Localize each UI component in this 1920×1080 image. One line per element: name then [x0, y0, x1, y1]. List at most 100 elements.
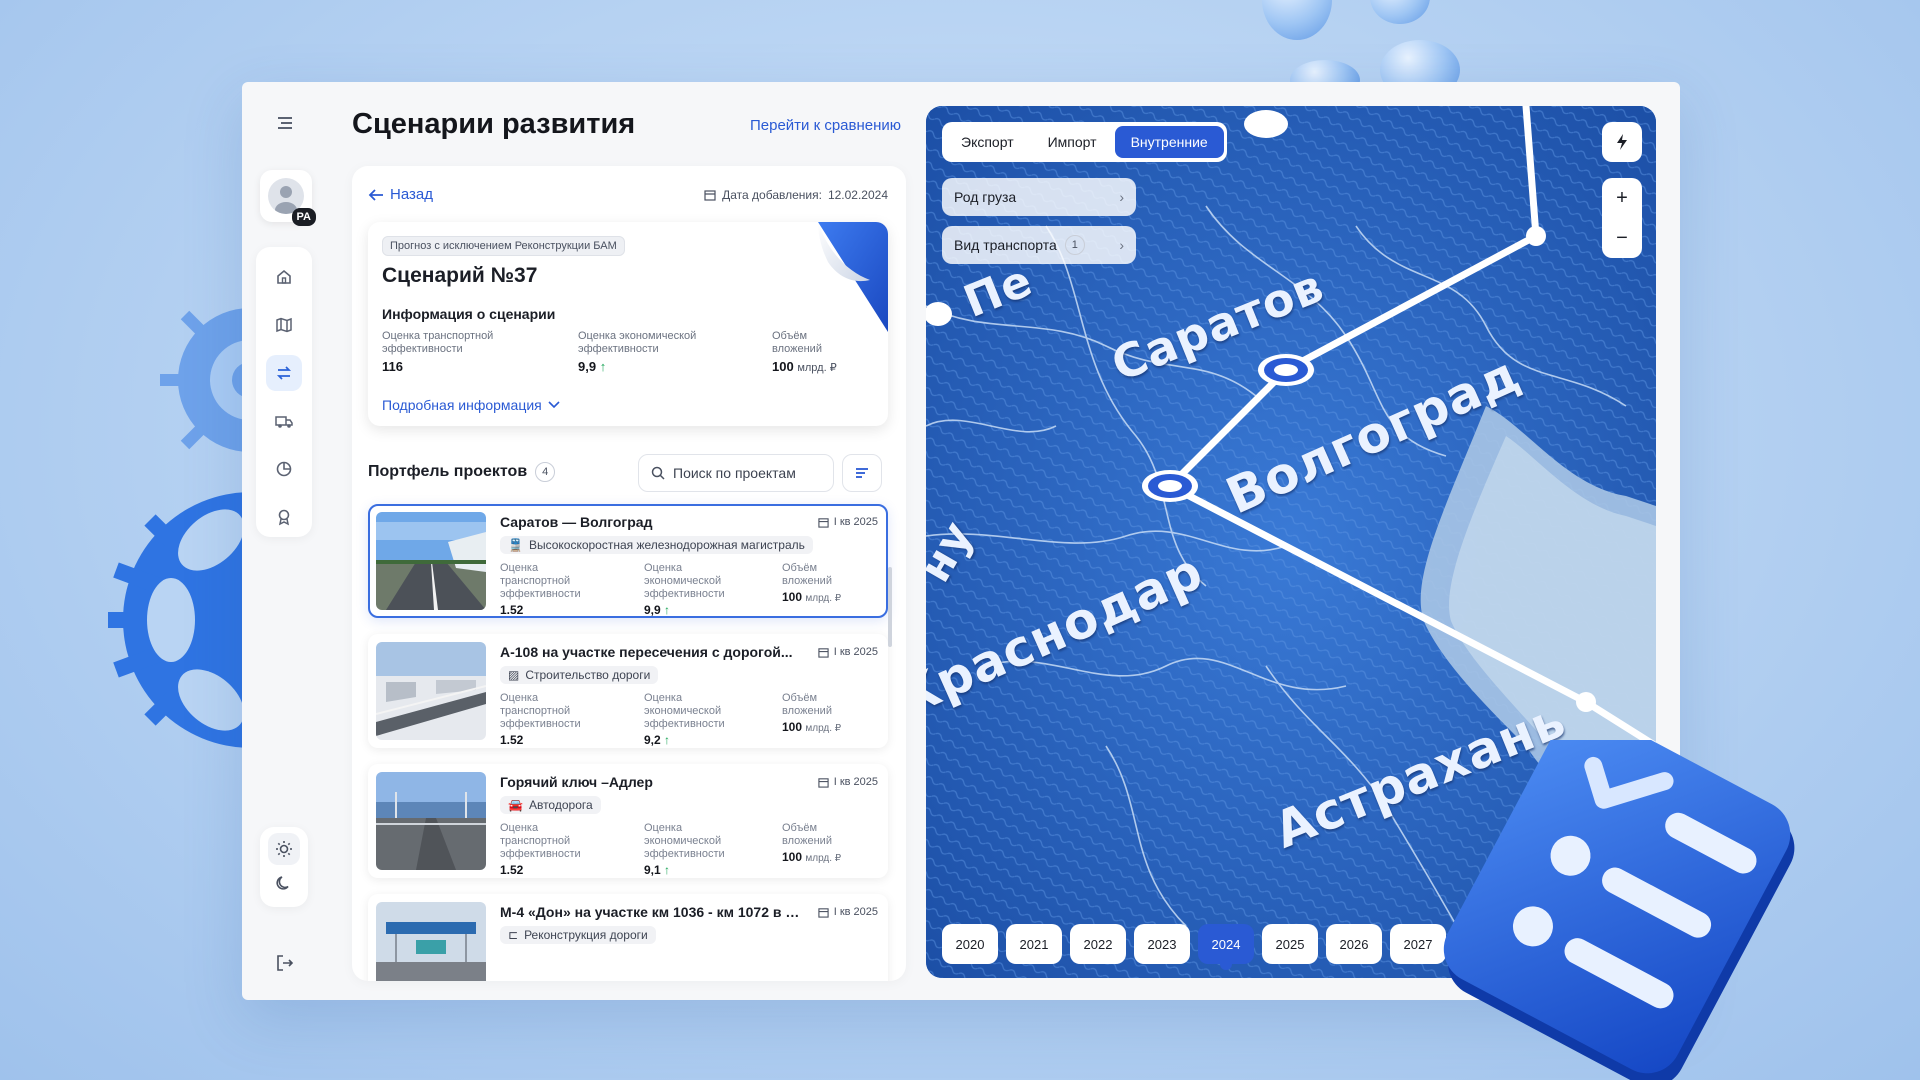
menu-icon[interactable]: [274, 112, 296, 134]
sidebar-item-analytics[interactable]: [266, 451, 302, 487]
calendar-icon: [818, 777, 829, 788]
year-button[interactable]: 2020: [942, 924, 998, 964]
sidebar-item-awards[interactable]: [266, 499, 302, 535]
sidebar-item-scenarios[interactable]: [266, 355, 302, 391]
theme-switcher: [260, 827, 308, 907]
date-added-label: Дата добавления:: [722, 188, 822, 202]
user-avatar-button[interactable]: PA: [260, 170, 316, 226]
arrow-up-icon: ↑: [599, 359, 607, 374]
project-metric-transport: Оценка транспортной эффективности 1.52: [500, 562, 581, 617]
compare-link[interactable]: Перейти к сравнению: [750, 117, 901, 134]
project-card[interactable]: А-108 на участке пересечения с дорогой..…: [368, 634, 888, 748]
checklist-decoration: [1443, 740, 1795, 1080]
zoom-controls: + −: [1602, 178, 1642, 258]
scenario-panel: Назад Дата добавления: 12.02.2024 Прогно…: [352, 166, 906, 981]
year-button[interactable]: 2022: [1070, 924, 1126, 964]
construction-icon: ▨: [508, 668, 520, 682]
year-button[interactable]: 2024: [1198, 924, 1254, 970]
project-type: 🚘 Автодорога: [500, 796, 601, 814]
more-info-link[interactable]: Подробная информация: [382, 397, 560, 413]
metric-transport: Оценка транспортной эффективности 116: [382, 330, 494, 374]
logout-icon[interactable]: [274, 952, 296, 974]
project-metric-investment: Объём вложений 100 млрд. ₽: [782, 692, 842, 734]
chevron-down-icon: [548, 401, 560, 409]
calendar-icon: [818, 647, 829, 658]
sidebar-nav: [256, 247, 312, 537]
gear-decoration: [108, 478, 246, 762]
project-card[interactable]: М-4 «Дон» на участке км 1036 - км 1072 в…: [368, 894, 888, 981]
project-title: А-108 на участке пересечения с дорогой..…: [500, 644, 793, 660]
home-icon: [277, 269, 291, 284]
car-icon: 🚘: [508, 798, 523, 812]
year-button[interactable]: 2026: [1326, 924, 1382, 964]
project-type: ⊏ Реконструкция дороги: [500, 926, 656, 944]
zoom-out-button[interactable]: −: [1616, 218, 1628, 258]
project-metric-investment: Объём вложений 100 млрд. ₽: [782, 562, 842, 604]
search-icon: [651, 466, 665, 480]
scenario-tag: Прогноз с исключением Реконструкции БАМ: [382, 236, 625, 256]
portfolio-heading: Портфель проектов 4: [368, 462, 556, 482]
map-icon: [276, 317, 292, 333]
date-added-value: 12.02.2024: [827, 188, 888, 202]
lightning-button[interactable]: [1602, 122, 1642, 162]
tab-domestic[interactable]: Внутренние: [1114, 126, 1224, 158]
flow-type-tabs: Экспорт Импорт Внутренние: [942, 122, 1227, 162]
portfolio-count: 4: [535, 462, 556, 482]
year-button[interactable]: 2023: [1134, 924, 1190, 964]
dark-theme-button[interactable]: [268, 867, 300, 899]
pie-chart-icon: [276, 461, 292, 477]
tab-export[interactable]: Экспорт: [945, 126, 1030, 158]
project-title: Саратов — Волгоград: [500, 514, 653, 530]
bubble-decoration: [1370, 0, 1430, 24]
truck-icon: [275, 416, 293, 428]
project-title: Горячий ключ –Адлер: [500, 774, 653, 790]
sidebar-item-map[interactable]: [266, 307, 302, 343]
scrollbar[interactable]: [888, 567, 892, 647]
chevron-right-icon: ›: [1119, 237, 1124, 253]
back-label: Назад: [390, 186, 433, 203]
light-theme-button[interactable]: [268, 833, 300, 865]
filter-count: 1: [1064, 235, 1085, 255]
page-title: Сценарии развития: [352, 108, 636, 140]
train-icon: 🚆: [508, 538, 523, 552]
calendar-icon: [704, 190, 716, 201]
project-metric-transport: Оценка транспортной эффективности 1.52: [500, 822, 581, 877]
sidebar-item-home[interactable]: [266, 259, 302, 295]
metric-economic: Оценка экономической эффективности 9,9 ↑: [578, 330, 697, 374]
back-button[interactable]: Назад: [368, 186, 433, 203]
cargo-type-filter[interactable]: Род груза ›: [942, 178, 1136, 216]
calendar-icon: [818, 517, 829, 528]
project-card[interactable]: Саратов — Волгоград I кв 2025 🚆 Высокоско…: [368, 504, 888, 618]
moon-icon: [276, 876, 289, 890]
project-search: [638, 454, 834, 492]
scenario-card: Прогноз с исключением Реконструкции БАМ …: [368, 222, 888, 426]
project-metric-economic: Оценка экономической эффективности 9,9 ↑: [644, 562, 725, 617]
project-photo: [376, 902, 486, 981]
project-type: 🚆 Высокоскоростная железнодорожная магист…: [500, 536, 813, 554]
lightning-icon: [1617, 134, 1627, 150]
arrow-left-icon: [368, 188, 383, 201]
scenario-info-heading: Информация о сценарии: [382, 306, 556, 322]
avatar-initials: PA: [291, 208, 316, 226]
page-curl-decoration: [818, 222, 888, 332]
year-button[interactable]: 2021: [1006, 924, 1062, 964]
year-timeline: 2020 2021 2022 2023 2024 2025 2026 2027: [942, 924, 1446, 970]
project-date: I кв 2025: [818, 906, 878, 918]
project-photo: [376, 772, 486, 870]
project-date: I кв 2025: [818, 776, 878, 788]
swap-icon: [276, 366, 292, 380]
project-type: ▨ Строительство дороги: [500, 666, 659, 684]
project-metric-investment: Объём вложений 100 млрд. ₽: [782, 822, 842, 864]
bubble-decoration: [1262, 0, 1332, 40]
year-button[interactable]: 2025: [1262, 924, 1318, 964]
project-date: I кв 2025: [818, 516, 878, 528]
zoom-in-button[interactable]: +: [1616, 178, 1628, 218]
filter-button[interactable]: [842, 454, 882, 492]
tab-import[interactable]: Импорт: [1032, 126, 1113, 158]
sidebar-item-transport[interactable]: [266, 403, 302, 439]
transport-type-filter[interactable]: Вид транспорта 1 ›: [942, 226, 1136, 264]
project-metric-transport: Оценка транспортной эффективности 1.52: [500, 692, 581, 747]
search-input[interactable]: [673, 465, 813, 481]
project-card[interactable]: Горячий ключ –Адлер I кв 2025 🚘 Автодорог…: [368, 764, 888, 878]
calendar-icon: [818, 907, 829, 918]
